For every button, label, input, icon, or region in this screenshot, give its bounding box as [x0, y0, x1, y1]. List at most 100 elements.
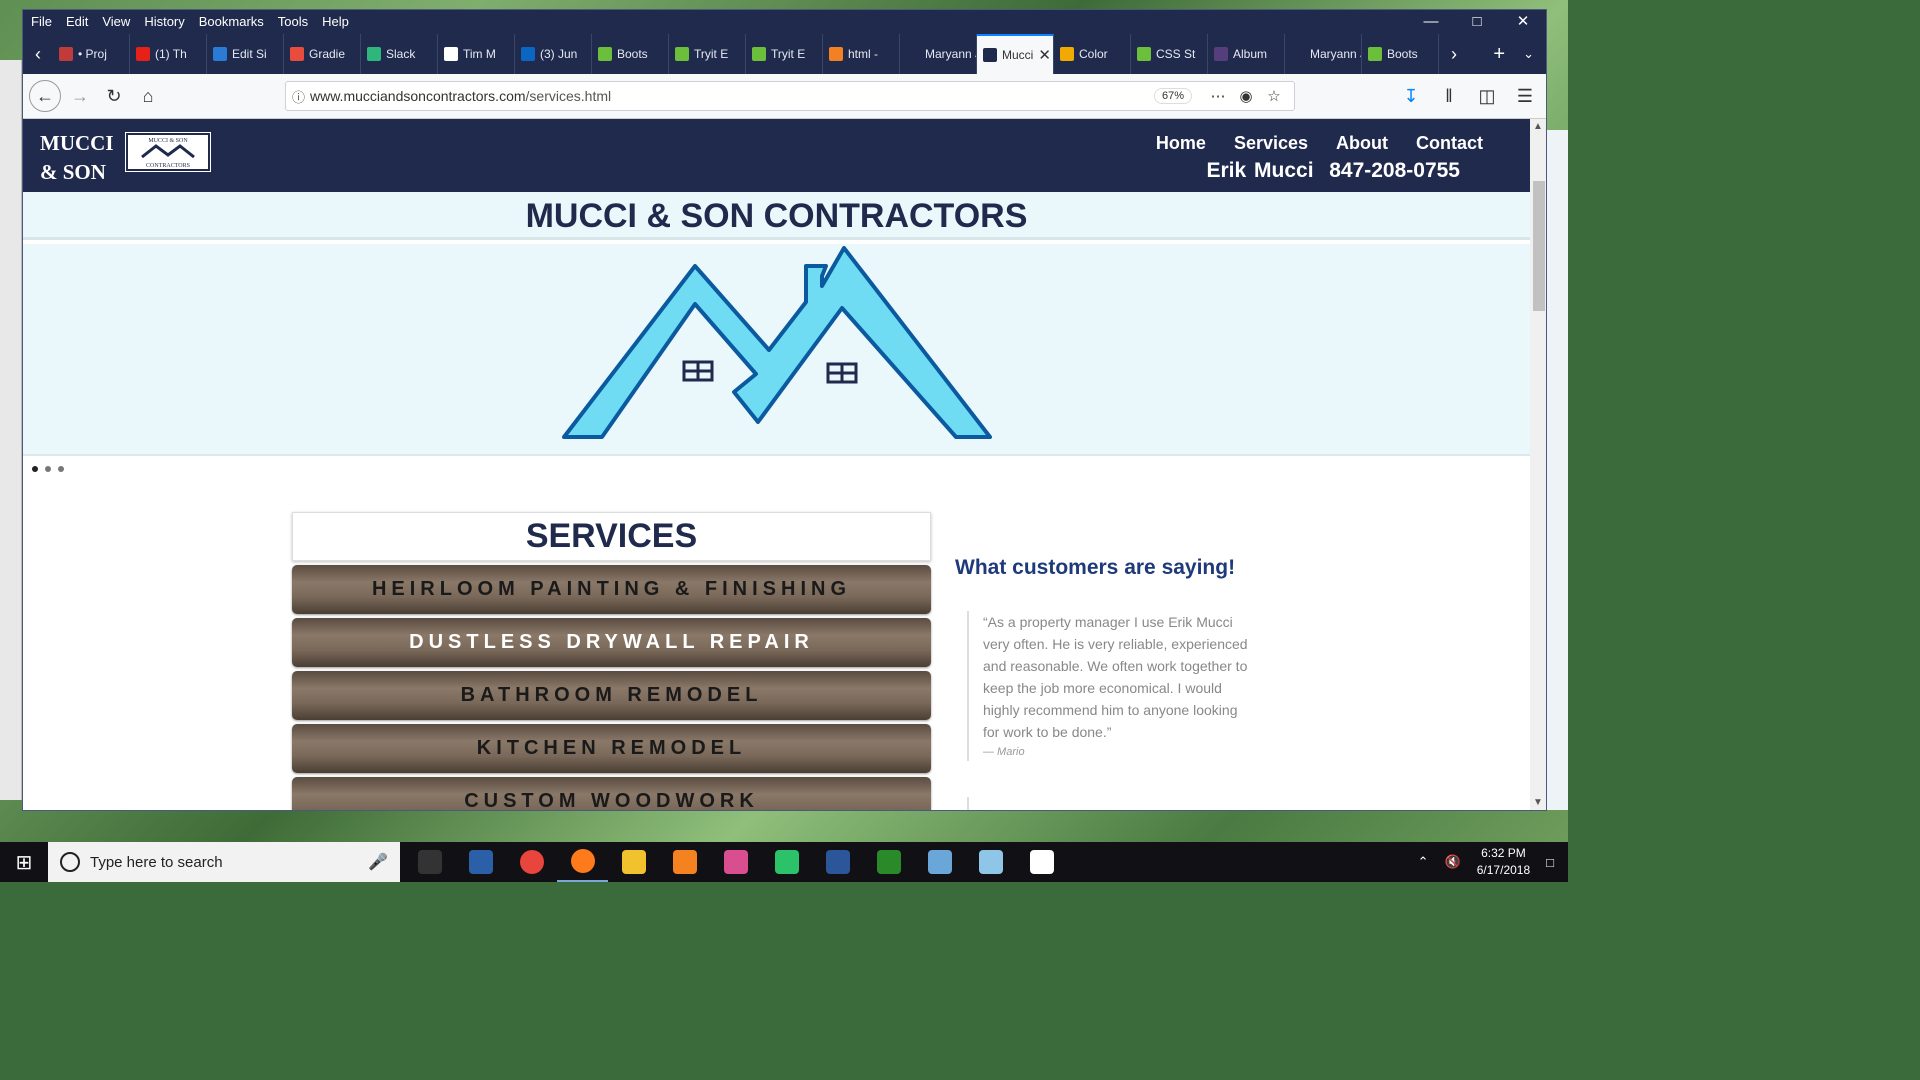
browser-tab[interactable]: Tryit E [746, 34, 823, 74]
menu-view[interactable]: View [95, 10, 137, 34]
tab-favicon-icon [752, 47, 766, 61]
tab-scroll-right-icon[interactable]: › [1439, 34, 1469, 74]
minimize-icon[interactable]: — [1408, 10, 1454, 34]
taskbar-word-icon[interactable] [812, 842, 863, 882]
browser-tab[interactable]: Boots [1362, 34, 1439, 74]
browser-tab[interactable]: html - [823, 34, 900, 74]
browser-tab[interactable]: Maryann J [900, 34, 977, 74]
file-explorer-icon [621, 850, 646, 874]
taskbar-photos-icon[interactable] [1016, 842, 1067, 882]
menu-help[interactable]: Help [315, 10, 356, 34]
sidebar-icon[interactable]: ◫ [1472, 81, 1502, 111]
services-heading-box: SERVICES [292, 512, 931, 561]
tab-favicon-icon [290, 47, 304, 61]
menu-bookmarks[interactable]: Bookmarks [192, 10, 271, 34]
logo-badge[interactable]: MUCCI & SON CONTRACTORS [125, 132, 211, 172]
tab-favicon-icon [521, 47, 535, 61]
service-button[interactable]: KITCHEN REMODEL [292, 724, 931, 773]
menu-history[interactable]: History [137, 10, 191, 34]
sublime-text-icon [672, 850, 697, 874]
paint-net-icon [927, 850, 952, 874]
testimonials-title: What customers are saying! [955, 556, 1236, 579]
zoom-level[interactable]: 67% [1153, 88, 1192, 104]
browser-tab[interactable]: Tryit E [669, 34, 746, 74]
scroll-up-icon[interactable]: ▲ [1533, 121, 1543, 132]
back-button[interactable]: ← [29, 80, 61, 112]
browser-tab[interactable]: (3) Jun [515, 34, 592, 74]
taskbar-paint-icon[interactable] [710, 842, 761, 882]
taskbar-chrome-icon[interactable] [506, 842, 557, 882]
library-icon[interactable]: ‖ [1434, 81, 1464, 111]
reload-button[interactable]: ↻ [99, 81, 129, 111]
browser-tab[interactable]: Boots [592, 34, 669, 74]
taskbar-firefox-icon[interactable] [557, 842, 608, 882]
page-scrollbar[interactable]: ▲ ▼ [1530, 119, 1546, 810]
scrollbar-thumb[interactable] [1533, 181, 1545, 311]
task-view-icon [417, 850, 442, 874]
taskbar-dreamweaver-icon[interactable] [863, 842, 914, 882]
site-logo-text[interactable]: MUCCI & SON [40, 129, 114, 187]
notepad-icon [978, 850, 1003, 874]
nav-about-link[interactable]: About [1336, 133, 1388, 154]
contact-phone[interactable]: Erik Mucci 847-208-0755 [1207, 159, 1461, 183]
site-info-icon[interactable]: ⓘ [292, 87, 310, 106]
browser-tab[interactable]: Edit Si [207, 34, 284, 74]
maximize-icon[interactable]: □ [1454, 10, 1500, 34]
browser-tab[interactable]: (1) Th [130, 34, 207, 74]
browser-tab[interactable]: Gradie [284, 34, 361, 74]
service-button[interactable]: BATHROOM REMODEL [292, 671, 931, 720]
windows-start-icon[interactable]: ⊞ [0, 850, 48, 875]
services-title: SERVICES [525, 517, 698, 555]
browser-tab[interactable]: • Proj [53, 34, 130, 74]
carousel-dot[interactable] [45, 466, 51, 472]
taskbar-search-box[interactable]: Type here to search 🎤 [48, 842, 400, 882]
nav-services-link[interactable]: Services [1234, 133, 1308, 154]
bookmark-star-icon[interactable]: ☆ [1260, 87, 1288, 105]
menu-file[interactable]: File [23, 10, 59, 34]
tray-expand-icon[interactable]: ⌃ [1418, 854, 1429, 870]
new-tab-icon[interactable]: + [1493, 43, 1505, 66]
carousel-dot[interactable] [58, 466, 64, 472]
nav-home-link[interactable]: Home [1156, 133, 1206, 154]
close-tab-icon[interactable]: ✕ [1038, 46, 1051, 64]
browser-tab[interactable]: Color [1054, 34, 1131, 74]
taskbar-notepad-icon[interactable] [965, 842, 1016, 882]
address-bar[interactable]: ⓘ www.mucciandsoncontractors.com/service… [285, 81, 1295, 111]
downloads-icon[interactable]: ↧ [1396, 81, 1426, 111]
service-button[interactable]: CUSTOM WOODWORK [292, 777, 931, 810]
browser-tab[interactable]: Tim M [438, 34, 515, 74]
taskbar-git-kraken-icon[interactable] [761, 842, 812, 882]
menu-tools[interactable]: Tools [271, 10, 315, 34]
carousel-dot[interactable] [32, 466, 38, 472]
scroll-down-icon[interactable]: ▼ [1533, 797, 1543, 808]
tab-list-chevron-icon[interactable]: ⌄ [1523, 46, 1534, 62]
taskbar-remote-desktop-icon[interactable] [455, 842, 506, 882]
taskbar-sublime-text-icon[interactable] [659, 842, 710, 882]
tab-scroll-left-icon[interactable]: ‹ [23, 34, 53, 74]
firefox-icon [570, 849, 595, 873]
tab-active[interactable]: Mucci ✕ [977, 34, 1054, 74]
forward-button[interactable]: → [65, 81, 95, 111]
microphone-icon[interactable]: 🎤 [368, 852, 388, 872]
nav-contact-link[interactable]: Contact [1416, 133, 1483, 154]
browser-tab[interactable]: Album [1208, 34, 1285, 74]
page-actions-icon[interactable]: ⋯ [1204, 87, 1232, 105]
tab-label: CSS St [1156, 47, 1196, 61]
taskbar-clock[interactable]: 6:32 PM 6/17/2018 [1477, 845, 1530, 879]
close-window-icon[interactable]: ✕ [1500, 10, 1546, 34]
menu-edit[interactable]: Edit [59, 10, 95, 34]
taskbar-task-view-icon[interactable] [404, 842, 455, 882]
volume-muted-icon[interactable]: 🔇 [1445, 854, 1461, 870]
hamburger-menu-icon[interactable]: ☰ [1510, 81, 1540, 111]
home-button[interactable]: ⌂ [133, 81, 163, 111]
taskbar-file-explorer-icon[interactable] [608, 842, 659, 882]
service-button[interactable]: DUSTLESS DRYWALL REPAIR [292, 618, 931, 667]
service-button[interactable]: HEIRLOOM PAINTING & FINISHING [292, 565, 931, 614]
taskbar-paint-net-icon[interactable] [914, 842, 965, 882]
browser-tab[interactable]: Maryann J [1285, 34, 1362, 74]
paint-icon [723, 850, 748, 874]
browser-tab[interactable]: CSS St [1131, 34, 1208, 74]
pocket-icon[interactable]: ◉ [1232, 87, 1260, 105]
browser-tab[interactable]: Slack [361, 34, 438, 74]
action-center-icon[interactable]: □ [1546, 855, 1554, 870]
